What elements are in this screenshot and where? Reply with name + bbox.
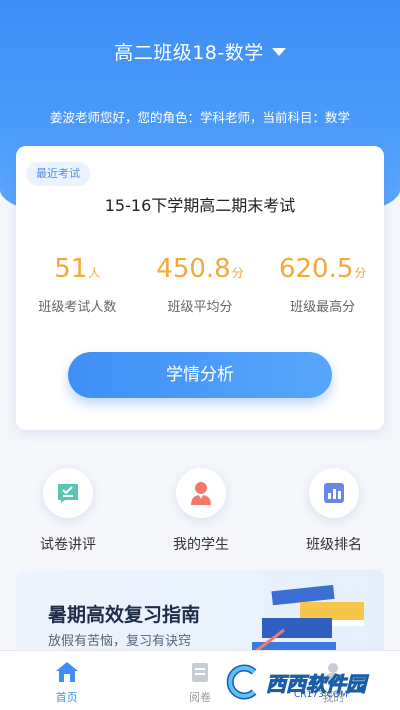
stat-value: 51 [54,254,88,284]
watermark-c-icon [226,664,257,700]
ranking-chart-icon[interactable] [309,468,359,518]
recent-exam-tag: 最近考试 [26,162,90,186]
shortcut-paper-review[interactable]: 试卷讲评 [8,468,128,554]
tab-home[interactable]: 首页 [0,651,133,710]
shortcut-label: 我的学生 [173,537,229,553]
stat-participants: 51人 班级考试人数 [16,254,139,315]
dropdown-arrow-icon[interactable] [271,47,286,56]
shortcut-class-ranking[interactable]: 班级排名 [274,468,394,554]
recent-exam-card: 最近考试 15-16下学期高二期末考试 51人 班级考试人数 450.8分 班级… [16,146,384,430]
paper-review-icon[interactable] [43,468,93,518]
stat-label: 班级最高分 [290,300,356,315]
class-selector[interactable]: 高二班级18-数学 [0,38,400,65]
class-title: 高二班级18-数学 [114,42,264,64]
stat-label: 班级平均分 [167,300,233,315]
shortcut-row: 试卷讲评 我的学生 班级排名 [0,468,400,558]
banner-title: 暑期高效复习指南 [48,604,201,626]
analyze-button[interactable]: 学情分析 [68,352,332,398]
student-icon[interactable] [176,468,226,518]
shortcut-label: 班级排名 [306,537,362,553]
stat-unit: 分 [354,266,367,280]
exam-stats: 51人 班级考试人数 450.8分 班级平均分 620.5分 班级最高分 [16,254,384,315]
stat-unit: 分 [231,266,244,280]
home-icon [0,659,133,683]
tab-label: 首页 [55,691,78,704]
stat-highest: 620.5分 班级最高分 [261,254,384,315]
shortcut-label: 试卷讲评 [40,537,96,553]
greeting-text: 姜波老师您好，您的角色：学科老师，当前科目：数学 [49,110,350,125]
banner-subtitle: 放假有苦恼，复习有诀窍 [48,634,192,649]
stat-unit: 人 [88,266,101,280]
shortcut-my-students[interactable]: 我的学生 [141,468,261,554]
watermark-logo: 西西软件园 CR173.COM [222,660,390,704]
stat-value: 620.5 [278,254,354,284]
stat-value: 450.8 [156,254,231,284]
exam-name: 15-16下学期高二期末考试 [104,196,296,215]
stat-label: 班级考试人数 [38,300,117,315]
stat-average: 450.8分 班级平均分 [139,254,262,315]
watermark-url: CR173.COM [294,690,348,700]
